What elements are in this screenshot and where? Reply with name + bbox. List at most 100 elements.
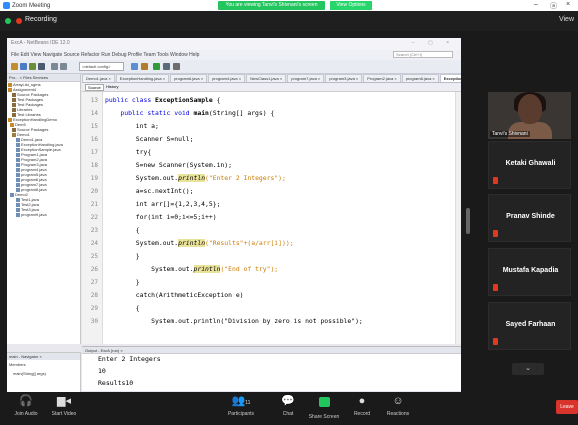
undo-icon[interactable] [51, 63, 58, 70]
line-number: 18 [90, 162, 98, 169]
screen-share-banner[interactable]: You are viewing Tanvi's Shivnani's scree… [218, 1, 325, 10]
source-tab[interactable]: Source [85, 84, 104, 91]
project-tree-item[interactable]: program9.java [7, 212, 80, 217]
code-line-23: { [105, 226, 140, 234]
editor-scrollbar[interactable] [455, 92, 461, 344]
participants-count: 11 [245, 400, 251, 406]
run-icon[interactable] [153, 63, 160, 70]
output-tab[interactable]: Output - ExcA (run) × [82, 347, 461, 354]
editor-tab[interactable]: ExceptionHandling.java × [115, 74, 170, 82]
line-number: 16 [90, 136, 98, 143]
netbeans-title-bar: ExcA - NetBeans IDE 12.0 – ▢ × [7, 38, 461, 50]
line-number: 26 [90, 266, 98, 273]
java-file-icon [16, 212, 20, 217]
profile-icon[interactable] [173, 63, 180, 70]
code-line-18: S=new Scanner(System.in); [105, 161, 232, 169]
output-line-3: Results10 [98, 379, 134, 387]
recording-label[interactable]: Recording [25, 16, 57, 23]
start-video-button[interactable]: ▆◂ Start Video [38, 394, 90, 417]
participant-name: Pranav Shinde [506, 213, 555, 220]
navigator-title[interactable]: main - Navigator × [7, 353, 80, 360]
security-shield-icon[interactable] [5, 18, 11, 24]
debug-icon[interactable] [163, 63, 170, 70]
participant-tile[interactable]: Ketaki Ghawali [488, 141, 571, 189]
save-all-icon[interactable] [38, 63, 45, 70]
participants-button[interactable]: 👥11 Participants [215, 394, 267, 417]
zoom-meeting-window: Zoom Meeting You are viewing Tanvi's Shi… [0, 0, 578, 425]
code-line-28: catch(ArithmeticException e) [105, 291, 244, 299]
reactions-icon: ☺ [392, 395, 404, 407]
participants-icon: 👥11 [231, 395, 251, 407]
participant-name: Sayed Farhaan [505, 321, 556, 328]
editor-tab[interactable]: program4.java × [208, 74, 246, 82]
panel-resize-handle[interactable] [466, 208, 470, 234]
netbeans-search-input[interactable]: Search (Ctrl+I) [393, 51, 453, 58]
line-number: 27 [90, 279, 98, 286]
line-number: 28 [90, 292, 98, 299]
config-select[interactable]: <default config> [79, 62, 124, 71]
code-line-20: a=sc.nextInt(); [105, 187, 194, 195]
project-tree: ArrayList_sgms Assignment4 Source Packages… [7, 82, 80, 217]
code-line-14: public static void main(String[] args) { [105, 109, 275, 117]
new-project-icon[interactable] [11, 63, 18, 70]
start-video-label: Start Video [51, 411, 77, 417]
editor-tab[interactable]: program7.java × [287, 74, 325, 82]
editor-tab[interactable]: program3.java × [325, 74, 363, 82]
view-options-button[interactable]: View Options [330, 1, 372, 10]
line-number: 22 [90, 214, 98, 221]
navigator-item[interactable]: main(String[] args) [7, 369, 80, 378]
netbeans-title: ExcA - NetBeans IDE 12.0 [11, 40, 70, 46]
editor-tab[interactable]: ExceptionSample.java × [439, 74, 461, 82]
participant-name: Tanvi's Shivnani [490, 131, 530, 137]
editor-tab[interactable]: Demo1.java × [82, 74, 115, 82]
projects-panel: Pro... × Files Services ArrayList_sgms As… [7, 74, 81, 344]
line-number: 15 [90, 123, 98, 130]
code-line-19: System.out.println("Enter 2 Integers"); [105, 174, 286, 182]
open-project-icon[interactable] [29, 63, 36, 70]
participant-name: Ketaki Ghawali [505, 160, 556, 167]
chevron-down-icon[interactable]: ⌄ [512, 363, 544, 375]
title-bar: Zoom Meeting You are viewing Tanvi's Shi… [0, 0, 578, 11]
participants-label: Participants [227, 411, 255, 417]
editor-tab[interactable]: Program2.java × [363, 74, 401, 82]
minimize-button[interactable]: – [534, 1, 538, 8]
navigator-members-label[interactable]: Members [7, 360, 80, 369]
projects-tabs[interactable]: Pro... × Files Services [7, 74, 80, 82]
recording-icon [16, 18, 22, 24]
editor-tab[interactable]: program6.java × [170, 74, 208, 82]
netbeans-window-controls: – ▢ × [411, 40, 455, 46]
code-line-26: System.out.println("End of try"); [105, 265, 279, 273]
netbeans-menu-items[interactable]: File Edit View Navigate Source Refactor … [11, 52, 199, 58]
build-icon[interactable] [131, 63, 138, 70]
java-file-icon [10, 192, 14, 197]
netbeans-menu-bar: File Edit View Navigate Source Refactor … [7, 50, 461, 60]
leave-button[interactable]: Leave [556, 400, 578, 414]
reactions-button[interactable]: ☺ Reactions [372, 394, 424, 417]
redo-icon[interactable] [60, 63, 67, 70]
view-button[interactable]: View [559, 16, 574, 23]
line-number: 23 [90, 227, 98, 234]
clean-build-icon[interactable] [141, 63, 148, 70]
code-editor[interactable]: 13 14 15 16 17 18 19 20 21 22 23 24 25 26 27 28 29 30 pub… [82, 92, 461, 344]
mic-muted-icon [493, 284, 498, 291]
editor-tab[interactable]: program8.java × [401, 74, 439, 82]
participant-tile[interactable]: Sayed Farhaan [488, 302, 571, 350]
participant-face [518, 94, 542, 124]
editor-toolbar: Source History [82, 83, 461, 92]
participant-video-tile[interactable]: Tanvi's Shivnani [488, 92, 571, 139]
participant-tile[interactable]: Mustafa Kapadia [488, 248, 571, 296]
zoom-logo-icon [3, 2, 10, 9]
navigator-panel: main - Navigator × Members main(String[]… [7, 352, 81, 397]
participant-tile[interactable]: Pranav Shinde [488, 194, 571, 242]
restore-button[interactable]: ⓐ [550, 1, 557, 11]
output-panel: Output - ExcA (run) × Enter 2 Integers 1… [82, 346, 461, 397]
line-number: 29 [90, 305, 98, 312]
line-number-gutter: 13 14 15 16 17 18 19 20 21 22 23 24 25 26 27 28 29 30 [82, 92, 103, 344]
new-file-icon[interactable] [20, 63, 27, 70]
line-number: 24 [90, 240, 98, 247]
editor-tab[interactable]: NewClass1.java × [246, 74, 287, 82]
close-button[interactable]: × [566, 1, 570, 8]
shared-screen: ExcA - NetBeans IDE 12.0 – ▢ × File Edit… [7, 38, 461, 397]
history-tab[interactable]: History [104, 84, 120, 89]
code-line-21: int arr[]={1,2,3,4,5}; [105, 200, 221, 208]
